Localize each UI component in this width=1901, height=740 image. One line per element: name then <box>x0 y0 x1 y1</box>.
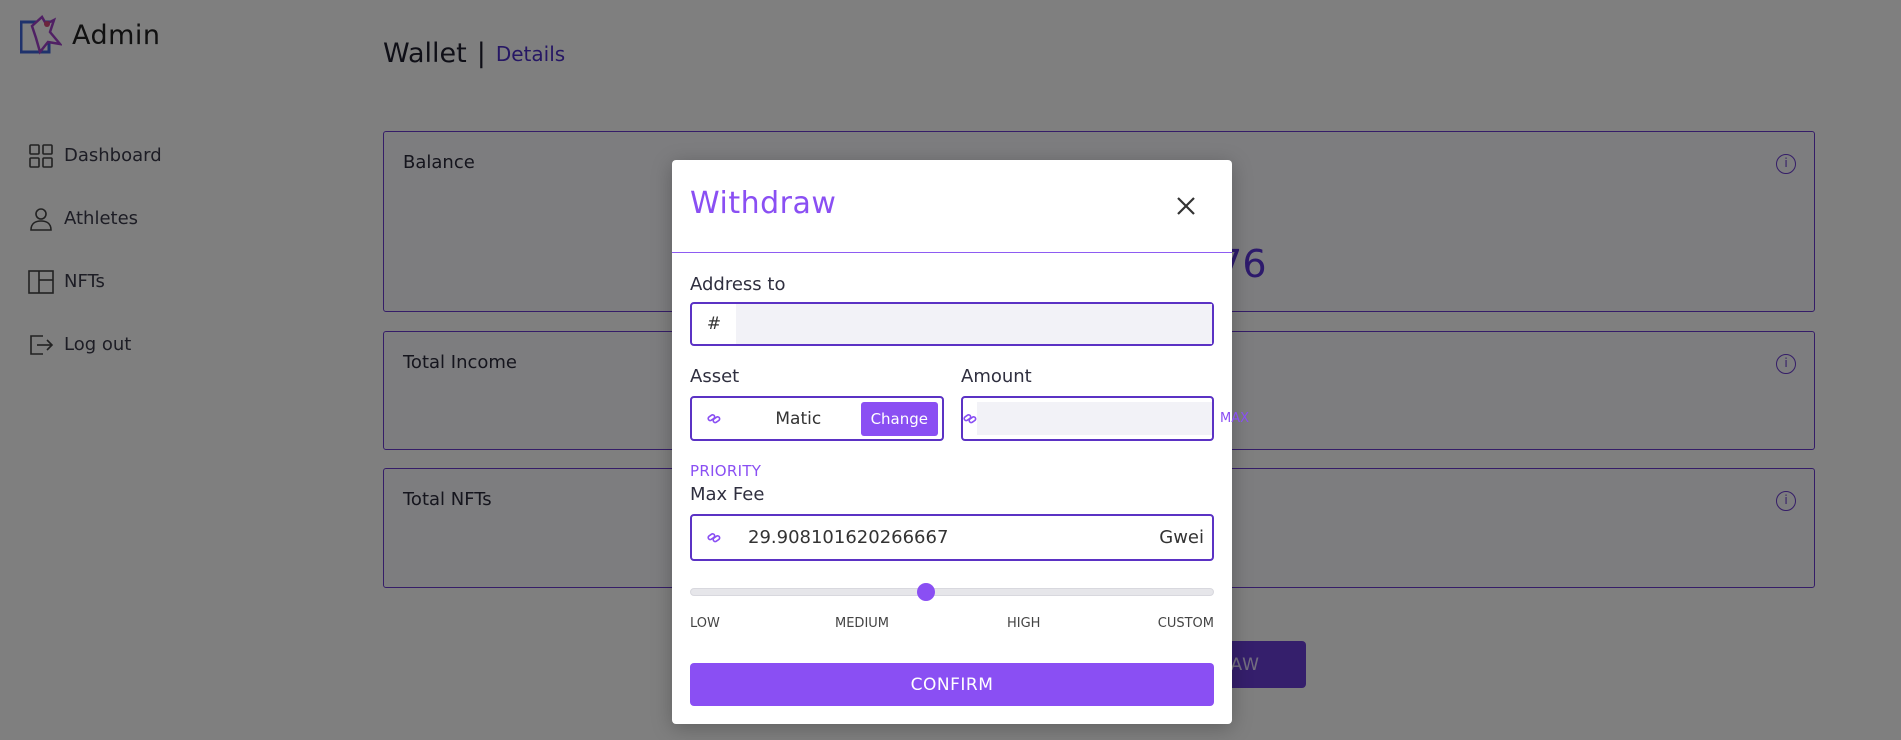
asset-label: Asset <box>690 366 740 387</box>
slider-label-low[interactable]: LOW <box>690 616 720 631</box>
slider-thumb[interactable] <box>916 583 935 601</box>
address-label: Address to <box>690 274 786 295</box>
fee-unit: Gwei <box>1159 527 1204 548</box>
asset-field: Matic Change <box>690 396 944 441</box>
address-input[interactable] <box>736 304 1212 344</box>
modal-header: Withdraw <box>672 160 1232 253</box>
max-fee-value[interactable]: 29.908101620266667 <box>736 527 1159 548</box>
withdraw-modal: Withdraw Address to # Asset Matic Change… <box>672 160 1249 724</box>
amount-field: MAX <box>961 396 1249 441</box>
max-fee-label: Max Fee <box>690 484 765 505</box>
max-button[interactable]: MAX <box>1212 411 1259 426</box>
max-fee-field[interactable]: 29.908101620266667 Gwei <box>690 514 1214 561</box>
priority-heading: PRIORITY <box>690 462 762 480</box>
priority-slider[interactable] <box>690 583 1214 601</box>
link-icon <box>963 398 977 439</box>
hash-icon: # <box>706 314 722 334</box>
close-icon[interactable] <box>1174 194 1198 218</box>
address-field: # <box>690 302 1214 346</box>
slider-label-custom[interactable]: CUSTOM <box>1158 616 1214 631</box>
link-icon <box>692 398 736 439</box>
slider-labels: LOW MEDIUM HIGH CUSTOM <box>690 616 1214 634</box>
asset-value: Matic <box>775 408 822 429</box>
confirm-button[interactable]: CONFIRM <box>690 663 1214 706</box>
slider-label-medium[interactable]: MEDIUM <box>835 616 889 631</box>
slider-label-high[interactable]: HIGH <box>1007 616 1040 631</box>
link-icon <box>692 516 736 559</box>
amount-label: Amount <box>961 366 1032 387</box>
modal-title: Withdraw <box>690 186 837 221</box>
amount-input[interactable] <box>977 402 1212 435</box>
change-asset-button[interactable]: Change <box>860 401 938 436</box>
